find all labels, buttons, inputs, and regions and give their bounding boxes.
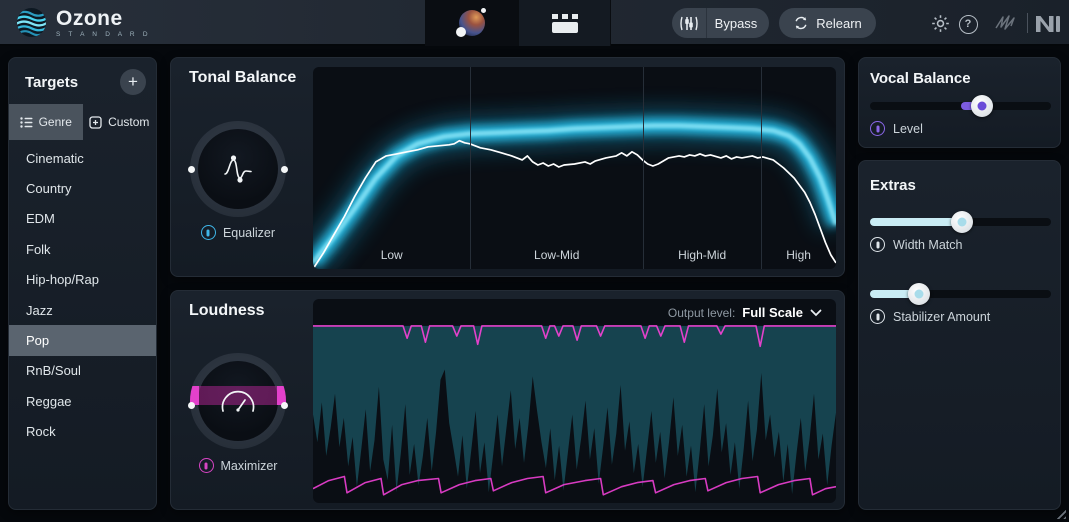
genre-item[interactable]: Cinematic bbox=[9, 143, 156, 173]
ni-logo-icon bbox=[1035, 15, 1061, 33]
stabilizer-power-toggle[interactable] bbox=[870, 309, 885, 324]
slider-handle[interactable] bbox=[908, 283, 930, 305]
loudness-panel: Loudness Maximizer Output level: Full Sc… bbox=[170, 290, 845, 510]
ozone-logo-icon bbox=[16, 7, 47, 38]
view-tabs bbox=[425, 0, 611, 46]
relearn-refresh-icon bbox=[793, 15, 809, 31]
slider-handle[interactable] bbox=[951, 211, 973, 233]
output-level-label: Output level: bbox=[668, 306, 735, 320]
help-button[interactable]: ? bbox=[957, 13, 979, 35]
fader-icon bbox=[679, 15, 699, 32]
tab-custom-label: Custom bbox=[108, 115, 149, 129]
signature-scribble-icon bbox=[994, 13, 1022, 33]
genre-list: CinematicCountryEDMFolkHip-hop/RapJazzPo… bbox=[9, 143, 156, 447]
equalizer-label: Equalizer bbox=[223, 226, 275, 240]
tab-genre[interactable]: Genre bbox=[9, 104, 83, 140]
equalizer-knob[interactable] bbox=[190, 121, 286, 217]
assistant-sphere-icon bbox=[459, 10, 485, 36]
settings-button[interactable] bbox=[929, 12, 951, 34]
add-box-icon bbox=[89, 116, 102, 129]
vocal-level-power-toggle[interactable] bbox=[870, 121, 885, 136]
output-level-dropdown[interactable]: Output level: Full Scale bbox=[668, 305, 822, 320]
target-tabs: Genre Custom bbox=[9, 104, 156, 140]
app-edition: S T A N D A R D bbox=[56, 31, 151, 38]
izotope-signature-button[interactable] bbox=[993, 12, 1023, 34]
targets-panel: Targets + Genre Custom CinematicCountryE… bbox=[8, 57, 157, 510]
width-match-power-toggle[interactable] bbox=[870, 237, 885, 252]
vocal-level-slider[interactable] bbox=[870, 95, 1051, 117]
vocal-level-label: Level bbox=[893, 122, 923, 136]
add-target-button[interactable]: + bbox=[120, 69, 146, 95]
app-name: Ozone bbox=[56, 8, 151, 29]
io-fader-button[interactable] bbox=[672, 8, 707, 38]
genre-item[interactable]: Jazz bbox=[9, 295, 156, 325]
gauge-icon bbox=[216, 385, 260, 417]
tab-assistant-view[interactable] bbox=[425, 0, 518, 46]
tab-genre-label: Genre bbox=[39, 115, 72, 129]
genre-item[interactable]: Hip-hop/Rap bbox=[9, 265, 156, 295]
band-divider bbox=[643, 67, 644, 269]
extras-panel: Extras Width Match Stabilizer Amount bbox=[858, 160, 1061, 510]
list-icon bbox=[20, 117, 33, 128]
question-mark-icon: ? bbox=[959, 15, 978, 34]
stabilizer-amount-label: Stabilizer Amount bbox=[893, 310, 990, 324]
relearn-button[interactable]: Relearn bbox=[779, 8, 876, 38]
vocal-balance-title: Vocal Balance bbox=[870, 70, 971, 87]
eq-curve-icon bbox=[218, 150, 258, 188]
genre-item[interactable]: Country bbox=[9, 173, 156, 203]
width-match-slider[interactable] bbox=[870, 211, 1051, 233]
app-logo: Ozone S T A N D A R D bbox=[16, 7, 151, 38]
tonal-balance-title: Tonal Balance bbox=[189, 69, 296, 87]
band-divider bbox=[761, 67, 762, 269]
output-level-value: Full Scale bbox=[742, 305, 803, 320]
band-divider bbox=[470, 67, 471, 269]
genre-item[interactable]: RnB/Soul bbox=[9, 356, 156, 386]
maximizer-power-toggle[interactable] bbox=[199, 458, 214, 473]
genre-item[interactable]: Reggae bbox=[9, 386, 156, 416]
tonal-balance-display: Low Low-Mid High-Mid High bbox=[313, 67, 836, 269]
genre-item[interactable]: EDM bbox=[9, 204, 156, 234]
loudness-display: Output level: Full Scale bbox=[313, 299, 836, 503]
stabilizer-amount-slider[interactable] bbox=[870, 283, 1051, 305]
slider-handle[interactable] bbox=[971, 95, 993, 117]
width-match-label: Width Match bbox=[893, 238, 962, 252]
slider-fill bbox=[870, 218, 962, 226]
tonal-balance-panel: Tonal Balance Equalizer Low Low-Mid High-M… bbox=[170, 57, 845, 277]
band-label: High bbox=[786, 248, 811, 262]
band-label: High-Mid bbox=[678, 248, 726, 262]
band-label: Low bbox=[381, 248, 403, 262]
extras-title: Extras bbox=[870, 177, 916, 194]
band-label: Low-Mid bbox=[534, 248, 579, 262]
topbar-divider bbox=[1027, 13, 1028, 33]
tab-detailed-view[interactable] bbox=[518, 0, 611, 46]
relearn-label: Relearn bbox=[816, 16, 862, 31]
maximizer-label: Maximizer bbox=[221, 459, 278, 473]
targets-title: Targets bbox=[25, 74, 78, 91]
genre-item[interactable]: Pop bbox=[9, 325, 156, 355]
gear-icon bbox=[930, 13, 951, 34]
equalizer-power-toggle[interactable] bbox=[201, 225, 216, 240]
vocal-balance-panel: Vocal Balance Level bbox=[858, 57, 1061, 148]
maximizer-knob[interactable] bbox=[190, 353, 286, 449]
tab-custom[interactable]: Custom bbox=[83, 104, 157, 140]
chevron-down-icon bbox=[810, 309, 822, 317]
loudness-title: Loudness bbox=[189, 302, 265, 320]
genre-item[interactable]: Folk bbox=[9, 234, 156, 264]
bypass-control: Bypass bbox=[672, 8, 769, 38]
ni-logo bbox=[1034, 13, 1062, 35]
detailed-view-icon bbox=[552, 14, 578, 33]
bypass-button[interactable]: Bypass bbox=[707, 16, 769, 31]
top-bar: Ozone S T A N D A R D Bypas bbox=[0, 0, 1069, 46]
genre-item[interactable]: Rock bbox=[9, 417, 156, 447]
